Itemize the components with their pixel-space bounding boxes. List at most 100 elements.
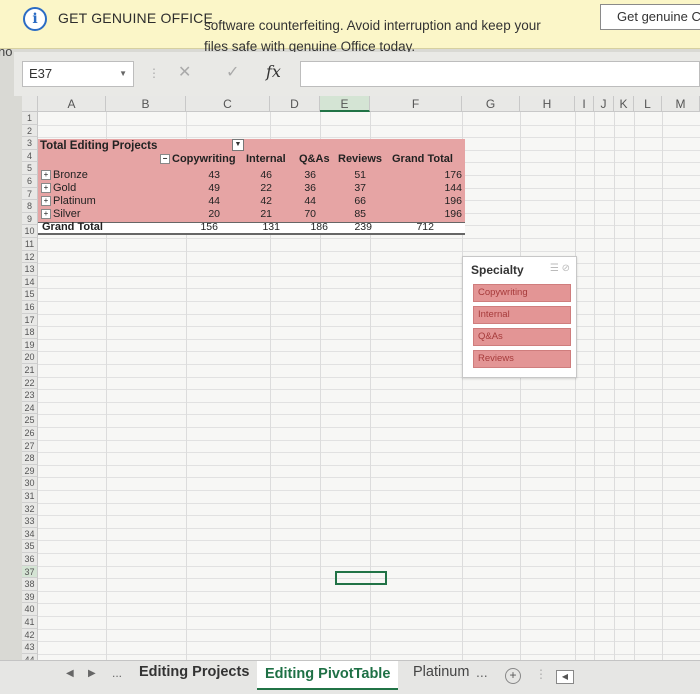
slicer-item-reviews[interactable]: Reviews bbox=[473, 350, 571, 368]
row-header-21[interactable]: 21 bbox=[22, 364, 38, 377]
multi-select-icon[interactable]: ☰ ⊘ bbox=[550, 263, 570, 274]
sheet-tab-editing-projects[interactable]: Editing Projects bbox=[139, 664, 249, 680]
expand-icon[interactable]: + bbox=[41, 170, 51, 181]
pivot-filter-dropdown-icon[interactable]: ▼ bbox=[232, 139, 244, 151]
cancel-icon[interactable]: ✕ bbox=[178, 62, 191, 82]
row-header-36[interactable]: 36 bbox=[22, 553, 38, 566]
column-header-e[interactable]: E bbox=[320, 96, 370, 112]
pivot-cell[interactable]: 176 bbox=[422, 169, 462, 181]
collapse-icon[interactable]: − bbox=[160, 154, 170, 165]
pivot-cell[interactable]: 20 bbox=[180, 208, 220, 220]
pivot-col-reviews[interactable]: Reviews bbox=[338, 153, 382, 165]
row-header-1[interactable]: 1 bbox=[22, 112, 38, 125]
row-header-9[interactable]: 9 bbox=[22, 212, 38, 226]
column-header-m[interactable]: M bbox=[662, 96, 700, 112]
row-header-11[interactable]: 11 bbox=[22, 238, 38, 251]
get-genuine-button[interactable]: Get genuine C bbox=[600, 4, 700, 30]
row-header-2[interactable]: 2 bbox=[22, 124, 38, 138]
row-header-35[interactable]: 35 bbox=[22, 540, 38, 553]
pivot-col-grand-total[interactable]: Grand Total bbox=[392, 153, 453, 165]
scroll-left-arrow-icon[interactable]: ◀ bbox=[556, 670, 574, 684]
pivot-cell[interactable]: 44 bbox=[180, 195, 220, 207]
pivot-cell[interactable]: 46 bbox=[232, 169, 272, 181]
pivot-cell[interactable]: 43 bbox=[180, 169, 220, 181]
row-header-39[interactable]: 39 bbox=[22, 590, 38, 604]
row-header-15[interactable]: 15 bbox=[22, 288, 38, 301]
pivot-row-platinum[interactable]: + Platinum bbox=[41, 195, 96, 207]
add-sheet-icon[interactable]: + bbox=[505, 668, 521, 684]
row-header-10[interactable]: 10 bbox=[22, 225, 38, 238]
column-header-j[interactable]: J bbox=[594, 96, 614, 112]
expand-icon[interactable]: + bbox=[41, 196, 51, 207]
row-header-29[interactable]: 29 bbox=[22, 464, 38, 478]
expand-icon[interactable]: + bbox=[41, 209, 51, 220]
pivot-cell[interactable]: 144 bbox=[422, 182, 462, 194]
pivot-cell[interactable]: 66 bbox=[326, 195, 366, 207]
column-header-a[interactable]: A bbox=[38, 96, 106, 112]
row-header-18[interactable]: 18 bbox=[22, 326, 38, 339]
name-box[interactable]: E37 ▼ bbox=[22, 61, 134, 87]
row-header-41[interactable]: 41 bbox=[22, 616, 38, 629]
slicer-item-copywriting[interactable]: Copywriting bbox=[473, 284, 571, 302]
row-header-27[interactable]: 27 bbox=[22, 439, 38, 453]
pivot-row-gold[interactable]: + Gold bbox=[41, 182, 76, 194]
column-header-k[interactable]: K bbox=[614, 96, 634, 112]
pivot-cell[interactable]: 85 bbox=[326, 208, 366, 220]
column-header-i[interactable]: I bbox=[575, 96, 594, 112]
grand-total-cell[interactable]: 712 bbox=[394, 221, 434, 233]
row-header-43[interactable]: 43 bbox=[22, 641, 38, 654]
insert-function-icon[interactable]: fx bbox=[266, 62, 281, 81]
row-header-8[interactable]: 8 bbox=[22, 200, 38, 213]
row-header-25[interactable]: 25 bbox=[22, 414, 38, 427]
row-header-3[interactable]: 3 bbox=[22, 137, 38, 150]
row-header-37[interactable]: 37 bbox=[22, 565, 38, 579]
chevron-down-icon[interactable]: ▼ bbox=[119, 62, 127, 86]
pivot-cell[interactable]: 36 bbox=[276, 182, 316, 194]
tab-options-icon[interactable]: ⋮ bbox=[535, 667, 547, 681]
pivot-cell[interactable]: 42 bbox=[232, 195, 272, 207]
select-all-corner[interactable] bbox=[22, 96, 38, 112]
row-header-34[interactable]: 34 bbox=[22, 527, 38, 541]
pivot-cell[interactable]: 22 bbox=[232, 182, 272, 194]
row-header-30[interactable]: 30 bbox=[22, 477, 38, 490]
row-header-4[interactable]: 4 bbox=[22, 149, 38, 163]
row-header-5[interactable]: 5 bbox=[22, 162, 38, 175]
column-header-h[interactable]: H bbox=[520, 96, 575, 112]
formula-input[interactable] bbox=[300, 61, 700, 87]
row-header-38[interactable]: 38 bbox=[22, 578, 38, 591]
pivot-row-silver[interactable]: + Silver bbox=[41, 208, 81, 220]
grand-total-cell[interactable]: 186 bbox=[288, 221, 328, 233]
sheet-tab-editing-pivottable[interactable]: Editing PivotTable bbox=[257, 661, 399, 690]
pivot-cell[interactable]: 196 bbox=[422, 208, 462, 220]
active-cell-e37[interactable] bbox=[335, 571, 387, 585]
row-header-16[interactable]: 16 bbox=[22, 301, 38, 314]
slicer-item-qas[interactable]: Q&As bbox=[473, 328, 571, 346]
pivot-cell[interactable]: 51 bbox=[326, 169, 366, 181]
pivot-cell[interactable]: 44 bbox=[276, 195, 316, 207]
tab-overflow-right[interactable]: ... bbox=[476, 664, 488, 680]
row-header-31[interactable]: 31 bbox=[22, 490, 38, 503]
specialty-slicer[interactable]: Specialty ☰ ⊘ Copywriting Internal Q&As … bbox=[462, 256, 577, 378]
row-header-42[interactable]: 42 bbox=[22, 628, 38, 642]
grand-total-cell[interactable]: 131 bbox=[240, 221, 280, 233]
pivot-cell[interactable]: 21 bbox=[232, 208, 272, 220]
row-header-17[interactable]: 17 bbox=[22, 313, 38, 327]
column-header-g[interactable]: G bbox=[462, 96, 520, 112]
pivot-cell[interactable]: 49 bbox=[180, 182, 220, 194]
column-header-l[interactable]: L bbox=[634, 96, 662, 112]
row-header-40[interactable]: 40 bbox=[22, 603, 38, 616]
column-header-d[interactable]: D bbox=[270, 96, 320, 112]
pivot-cell[interactable]: 70 bbox=[276, 208, 316, 220]
grand-total-cell[interactable]: 156 bbox=[178, 221, 218, 233]
drag-handle-icon[interactable]: ⋮ bbox=[148, 66, 160, 80]
row-header-28[interactable]: 28 bbox=[22, 452, 38, 465]
row-header-7[interactable]: 7 bbox=[22, 187, 38, 201]
row-header-23[interactable]: 23 bbox=[22, 389, 38, 402]
row-header-32[interactable]: 32 bbox=[22, 502, 38, 516]
tab-scroll-left-icon[interactable]: ◀ bbox=[66, 668, 74, 679]
column-header-c[interactable]: C bbox=[186, 96, 270, 112]
row-header-26[interactable]: 26 bbox=[22, 427, 38, 440]
grand-total-cell[interactable]: 239 bbox=[332, 221, 372, 233]
tab-scroll-right-icon[interactable]: ▶ bbox=[88, 668, 96, 679]
row-header-19[interactable]: 19 bbox=[22, 338, 38, 352]
